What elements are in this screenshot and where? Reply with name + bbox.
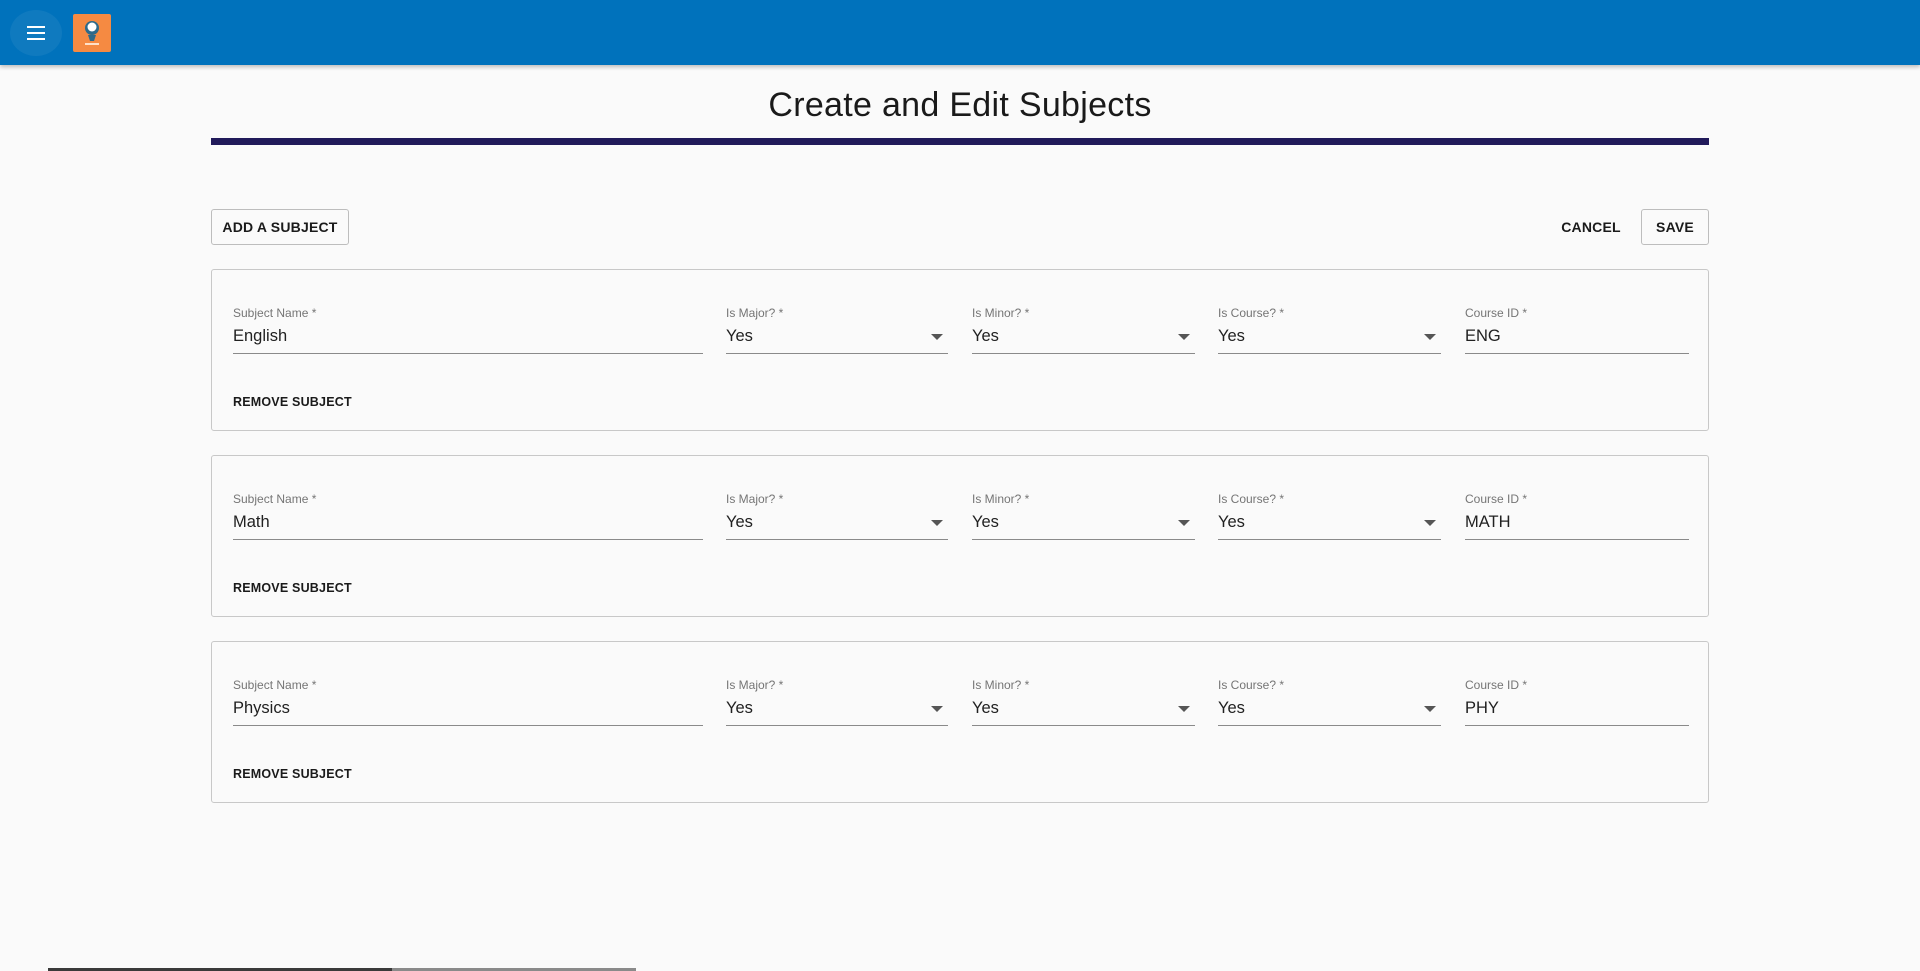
dropdown-arrow-icon [931,334,943,340]
subject-name-label: Subject Name * [233,678,317,692]
course-id-value: MATH [1465,513,1511,531]
is-course-select[interactable]: Is Course? * Yes [1218,678,1441,726]
is-course-select[interactable]: Is Course? * Yes [1218,306,1441,354]
dropdown-arrow-icon [931,706,943,712]
subject-name-value: English [233,327,288,345]
course-id-field[interactable]: Course ID * MATH [1465,492,1689,540]
dropdown-arrow-icon [1178,520,1190,526]
dropdown-arrow-icon [1178,706,1190,712]
subject-card: Subject Name * English Is Major? * Yes I… [211,269,1709,431]
is-major-value: Yes [726,327,753,345]
is-course-label: Is Course? * [1218,306,1285,320]
menu-button[interactable] [10,10,62,56]
is-major-select[interactable]: Is Major? * Yes [726,306,948,354]
dropdown-arrow-icon [1178,334,1190,340]
is-course-label: Is Course? * [1218,492,1285,506]
is-minor-select[interactable]: Is Minor? * Yes [972,306,1195,354]
remove-subject-button[interactable]: REMOVE SUBJECT [233,767,352,781]
is-minor-value: Yes [972,327,999,345]
remove-subject-button[interactable]: REMOVE SUBJECT [233,581,352,595]
page-title: Create and Edit Subjects [768,86,1152,124]
subject-name-field[interactable]: Subject Name * Math [233,492,703,540]
is-minor-select[interactable]: Is Minor? * Yes [972,678,1195,726]
app-logo-icon [85,21,99,45]
is-course-select[interactable]: Is Course? * Yes [1218,492,1441,540]
add-subject-button[interactable]: ADD A SUBJECT [211,209,349,245]
title-divider [211,138,1709,145]
subject-card: Subject Name * Physics Is Major? * Yes I… [211,641,1709,803]
is-major-select[interactable]: Is Major? * Yes [726,492,948,540]
dropdown-arrow-icon [1424,520,1436,526]
subject-name-label: Subject Name * [233,306,317,320]
is-major-select[interactable]: Is Major? * Yes [726,678,948,726]
subject-name-value: Math [233,513,270,531]
dropdown-arrow-icon [931,520,943,526]
course-id-label: Course ID * [1465,492,1528,506]
dropdown-arrow-icon [1424,706,1436,712]
is-course-label: Is Course? * [1218,678,1285,692]
is-major-value: Yes [726,699,753,717]
is-course-value: Yes [1218,327,1245,345]
remove-subject-button[interactable]: REMOVE SUBJECT [233,395,352,409]
cancel-button[interactable]: CANCEL [1552,209,1630,245]
is-major-label: Is Major? * [726,678,784,692]
is-minor-value: Yes [972,513,999,531]
course-id-value: PHY [1465,699,1499,717]
is-minor-value: Yes [972,699,999,717]
course-id-field[interactable]: Course ID * PHY [1465,678,1689,726]
course-id-label: Course ID * [1465,678,1528,692]
hamburger-menu-icon [27,26,45,40]
is-course-value: Yes [1218,513,1245,531]
subject-name-label: Subject Name * [233,492,317,506]
course-id-field[interactable]: Course ID * ENG [1465,306,1689,354]
subject-name-field[interactable]: Subject Name * Physics [233,678,703,726]
is-major-value: Yes [726,513,753,531]
is-major-label: Is Major? * [726,306,784,320]
subject-name-field[interactable]: Subject Name * English [233,306,703,354]
app-logo[interactable] [73,14,111,52]
save-button[interactable]: SAVE [1641,209,1709,245]
is-minor-label: Is Minor? * [972,492,1030,506]
course-id-label: Course ID * [1465,306,1528,320]
is-minor-select[interactable]: Is Minor? * Yes [972,492,1195,540]
app-bar [0,0,1920,65]
subject-card: Subject Name * Math Is Major? * Yes Is M… [211,455,1709,617]
dropdown-arrow-icon [1424,334,1436,340]
subject-name-value: Physics [233,699,290,717]
is-minor-label: Is Minor? * [972,306,1030,320]
is-minor-label: Is Minor? * [972,678,1030,692]
is-major-label: Is Major? * [726,492,784,506]
is-course-value: Yes [1218,699,1245,717]
course-id-value: ENG [1465,327,1501,345]
